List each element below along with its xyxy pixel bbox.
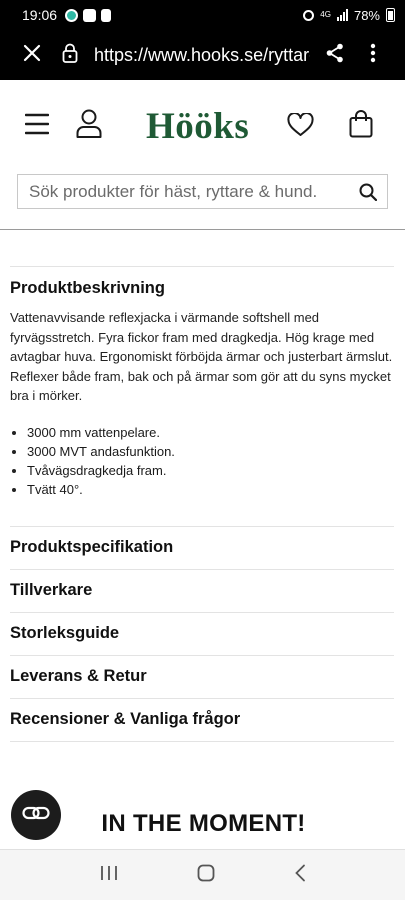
product-details: Produktbeskrivning Vattenavvisande refle… <box>10 266 394 742</box>
accordion-size-guide[interactable]: Storleksguide <box>10 613 394 656</box>
notification-icons <box>65 8 112 22</box>
lock-icon[interactable] <box>62 43 82 68</box>
battery-percent: 78% <box>353 7 380 23</box>
accordion-manufacturer[interactable]: Tillverkare <box>10 570 394 613</box>
share-icon[interactable] <box>326 43 346 68</box>
search-icon[interactable] <box>349 183 387 201</box>
feature-list: 3000 mm vattenpelare. 3000 MVT andasfunk… <box>10 423 394 499</box>
description-section: Produktbeskrivning Vattenavvisande refle… <box>10 267 394 499</box>
chat-button[interactable] <box>11 790 61 840</box>
search-input[interactable] <box>18 175 349 208</box>
menu-icon[interactable] <box>24 113 50 140</box>
accordion-label: Produktspecifikation <box>10 538 174 556</box>
home-icon[interactable] <box>197 864 215 887</box>
browser-toolbar: https://www.hooks.se/ryttare <box>0 30 405 80</box>
app-notification-icon <box>65 8 79 22</box>
account-icon[interactable] <box>76 109 102 144</box>
close-tab-icon[interactable] <box>22 43 44 68</box>
chat-link-icon <box>22 805 50 826</box>
status-bar: 19:06 4G 78% <box>0 0 405 30</box>
status-right: 4G 78% <box>303 8 395 23</box>
sd-card-icon <box>101 8 112 22</box>
feature-item: 3000 MVT andasfunktion. <box>10 442 394 461</box>
alarm-icon <box>303 9 315 21</box>
recent-apps-icon[interactable] <box>100 865 118 886</box>
back-icon[interactable] <box>294 864 306 887</box>
accordion-label: Storleksguide <box>10 624 120 642</box>
signal-icon <box>336 9 348 21</box>
more-options-icon[interactable] <box>370 43 376 68</box>
url-field[interactable]: https://www.hooks.se/ryttare <box>94 45 310 66</box>
site-header: Hööks <box>0 80 405 230</box>
system-nav-bar <box>0 849 405 900</box>
network-type: 4G <box>320 10 331 19</box>
search-bar <box>17 174 388 209</box>
accordion-product-specification[interactable]: Produktspecifikation <box>10 527 394 570</box>
shopping-bag-icon[interactable] <box>349 110 373 143</box>
site-logo[interactable]: Hööks <box>146 105 249 148</box>
shopping-bag-notification-icon <box>83 8 97 22</box>
accordion-label: Recensioner & Vanliga frågor <box>10 710 241 728</box>
product-description: Vattenavvisande reflexjacka i värmande s… <box>10 310 393 403</box>
wishlist-heart-icon[interactable] <box>287 112 314 142</box>
accordion-label: Tillverkare <box>10 581 93 599</box>
status-time: 19:06 <box>22 7 58 23</box>
description-title[interactable]: Produktbeskrivning <box>10 279 394 298</box>
feature-item: Tvåvägsdragkedja fram. <box>10 461 394 480</box>
accordion-label: Leverans & Retur <box>10 667 147 685</box>
feature-item: 3000 mm vattenpelare. <box>10 423 394 442</box>
battery-icon <box>386 8 395 22</box>
feature-item: Tvätt 40°. <box>10 480 394 499</box>
accordion-delivery-returns[interactable]: Leverans & Retur <box>10 656 394 699</box>
accordion-reviews-faq[interactable]: Recensioner & Vanliga frågor <box>10 699 394 742</box>
